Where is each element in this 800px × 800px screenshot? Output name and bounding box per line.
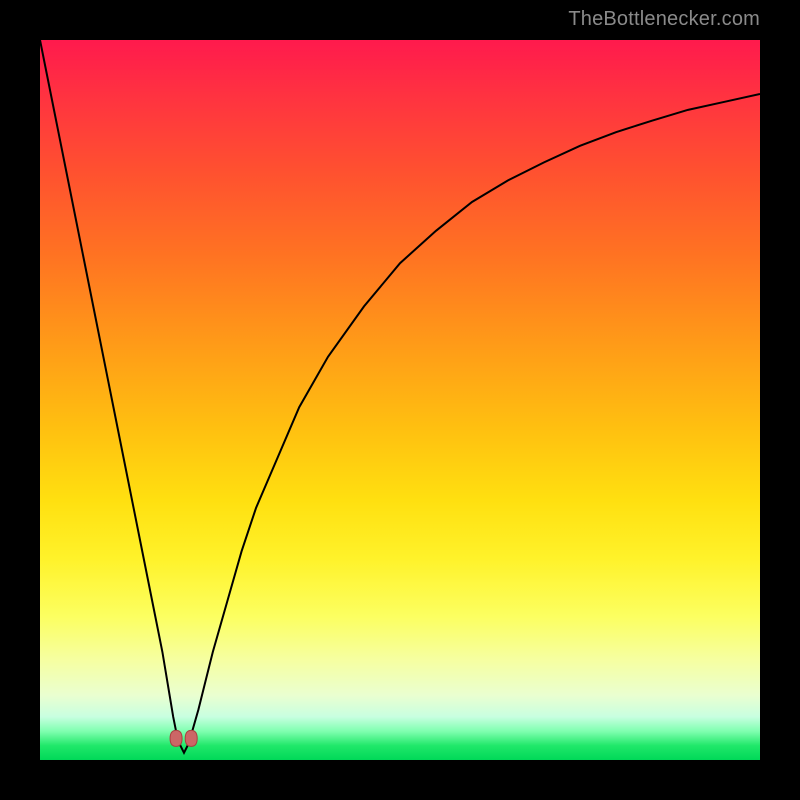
markers-group [170, 730, 197, 746]
chart-frame: TheBottlenecker.com [0, 0, 800, 800]
data-curve [40, 40, 760, 753]
watermark-text: TheBottlenecker.com [568, 8, 760, 31]
chart-svg [40, 40, 760, 760]
left-marker [170, 730, 182, 746]
right-marker [185, 730, 197, 746]
plot-area [40, 40, 760, 760]
